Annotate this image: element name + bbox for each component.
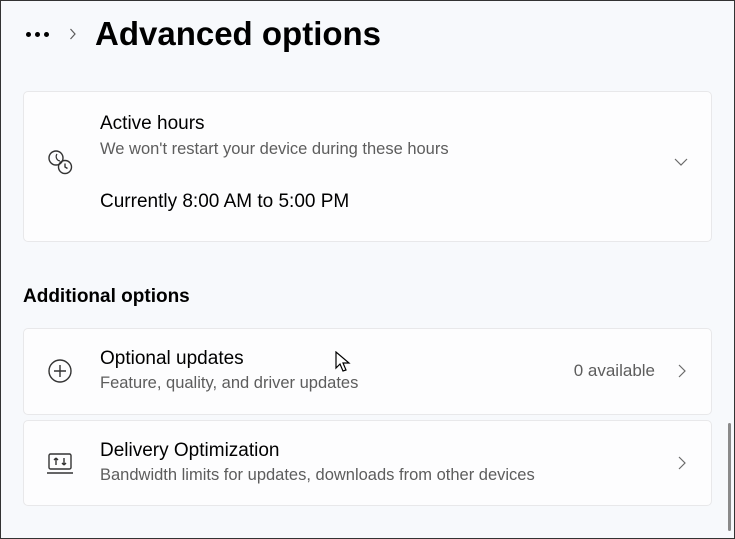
active-hours-icon: [46, 148, 74, 176]
delivery-optimization-title: Delivery Optimization: [100, 439, 649, 464]
chevron-right-icon: [675, 364, 689, 378]
breadcrumb-chevron-icon: [67, 28, 79, 40]
additional-options-heading: Additional options: [23, 286, 712, 308]
optional-updates-title: Optional updates: [100, 347, 548, 372]
delivery-optimization-card[interactable]: Delivery Optimization Bandwidth limits f…: [23, 420, 712, 507]
delivery-optimization-icon: [46, 451, 74, 475]
active-hours-title: Active hours: [100, 112, 647, 137]
optional-updates-value: 0 available: [574, 361, 655, 381]
active-hours-detail: Currently 8:00 AM to 5:00 PM: [100, 191, 647, 213]
optional-updates-right: 0 available: [574, 361, 689, 381]
optional-updates-card[interactable]: Optional updates Feature, quality, and d…: [23, 328, 712, 415]
active-hours-body: Active hours We won't restart your devic…: [100, 112, 647, 213]
page-title: Advanced options: [95, 15, 381, 53]
chevron-right-icon: [675, 456, 689, 470]
active-hours-subtitle: We won't restart your device during thes…: [100, 138, 647, 161]
delivery-optimization-subtitle: Bandwidth limits for updates, downloads …: [100, 464, 649, 487]
header: Advanced options: [1, 1, 734, 61]
scrollbar[interactable]: [728, 423, 731, 531]
delivery-optimization-body: Delivery Optimization Bandwidth limits f…: [100, 439, 649, 488]
active-hours-right: [673, 154, 689, 170]
active-hours-card[interactable]: Active hours We won't restart your devic…: [23, 91, 712, 242]
breadcrumb-ellipsis-icon[interactable]: [23, 32, 51, 37]
plus-circle-icon: [46, 358, 74, 384]
chevron-down-icon: [673, 154, 689, 170]
optional-updates-subtitle: Feature, quality, and driver updates: [100, 372, 548, 395]
delivery-optimization-right: [675, 456, 689, 470]
optional-updates-body: Optional updates Feature, quality, and d…: [100, 347, 548, 396]
content: Active hours We won't restart your devic…: [1, 61, 734, 506]
